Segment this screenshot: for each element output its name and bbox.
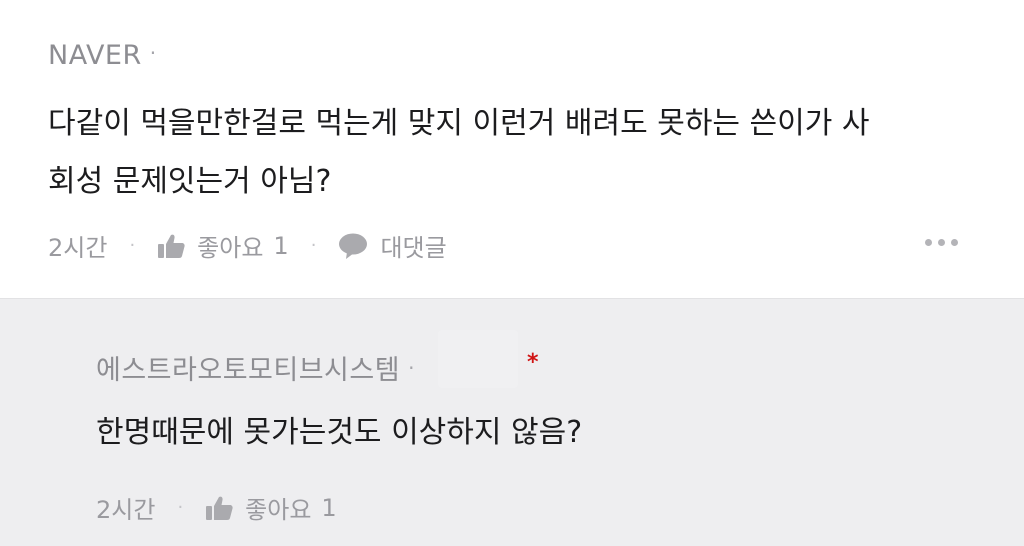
speech-bubble-icon[interactable] xyxy=(338,232,368,260)
speech-bubble-svg xyxy=(339,233,368,259)
reply-content: 한명때문에 못가는것도 이상하지 않음? xyxy=(96,404,582,462)
comment-author-name[interactable]: NAVER xyxy=(48,40,142,71)
thumbs-up-svg xyxy=(206,496,233,520)
thumbs-up-icon[interactable] xyxy=(157,233,185,259)
reply-button[interactable]: 대댓글 xyxy=(380,228,446,263)
reply-author-name[interactable]: 에스트라오토모티브시스템 xyxy=(96,355,400,386)
comment: NAVER · 다같이 먹을만한걸로 먹는게 맞지 이런거 배려도 못하는 쓴이가… xyxy=(0,0,1024,298)
meta-separator: · xyxy=(129,235,136,256)
reply-author[interactable]: 에스트라오토모티브시스템 · xyxy=(96,348,415,387)
more-dot xyxy=(951,239,958,246)
reply-meta: 2시간 · 좋아요 1 xyxy=(96,490,337,525)
like-button[interactable]: 좋아요 xyxy=(245,490,311,525)
meta-separator: · xyxy=(177,497,184,518)
author-separator-dot: · xyxy=(149,41,157,65)
comment-content-line: 다같이 먹을만한걸로 먹는게 맞지 이런거 배려도 못하는 쓴이가 사 xyxy=(48,106,870,141)
like-count: 1 xyxy=(321,493,337,522)
comment-author[interactable]: NAVER · xyxy=(48,40,157,71)
comment-content: 다같이 먹을만한걸로 먹는게 맞지 이런거 배려도 못하는 쓴이가 사 회성 문… xyxy=(48,95,870,211)
reply-time: 2시간 xyxy=(96,496,156,524)
comment-content-line: 회성 문제잇는거 아님? xyxy=(48,164,332,199)
like-count: 1 xyxy=(273,231,289,260)
redacted-area xyxy=(438,330,518,388)
reply-content-line: 한명때문에 못가는것도 이상하지 않음? xyxy=(96,415,583,450)
red-asterisk-marker: * xyxy=(527,350,539,375)
like-button[interactable]: 좋아요 xyxy=(197,228,263,263)
comment-time: 2시간 xyxy=(48,234,108,262)
thumbs-up-icon[interactable] xyxy=(205,495,233,521)
author-separator-dot: · xyxy=(408,356,415,380)
comment-meta: 2시간 · 좋아요 1 · 대댓글 xyxy=(48,228,447,263)
meta-separator: · xyxy=(310,235,317,256)
more-dot xyxy=(938,239,945,246)
more-dot xyxy=(925,239,932,246)
thumbs-up-svg xyxy=(158,234,185,258)
more-horizontal-icon[interactable] xyxy=(925,239,958,246)
